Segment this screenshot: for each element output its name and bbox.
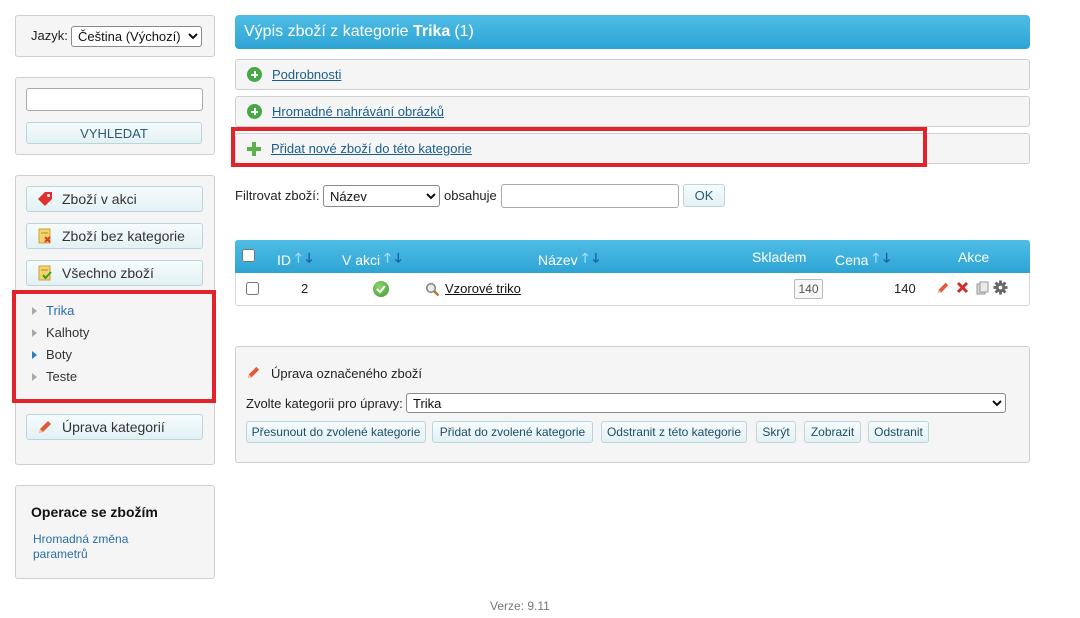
column-id[interactable]: ID 🡑 🡓 [277, 249, 313, 271]
column-sale-label: V akci [342, 252, 381, 268]
filter-ok-button[interactable]: OK [683, 184, 725, 207]
product-name-link[interactable]: Vzorové triko [445, 281, 521, 296]
sort-desc-icon[interactable]: 🡓 [883, 249, 890, 271]
move-to-category-button[interactable]: Přesunout do zvolené kategorie [246, 421, 426, 443]
sort-asc-icon[interactable]: 🡑 [582, 249, 589, 271]
select-all-checkbox[interactable] [242, 249, 255, 262]
page-header: Výpis zboží z kategorie Trika (1) [235, 15, 1030, 49]
sale-products-label: Zboží v akci [62, 191, 137, 207]
bulk-edit-category-label: Zvolte kategorii pro úpravy: [246, 396, 403, 411]
delete-button[interactable]: Odstranit [868, 421, 929, 443]
sale-products-button[interactable]: Zboží v akci [26, 186, 203, 212]
add-to-category-button[interactable]: Přidat do zvolené kategorie [432, 421, 593, 443]
sort-asc-icon[interactable]: 🡑 [295, 249, 302, 271]
edit-pencil-icon[interactable] [936, 281, 950, 295]
sort-desc-icon[interactable]: 🡓 [306, 249, 313, 271]
on-sale-check-icon [373, 281, 389, 297]
bulk-upload-link[interactable]: Hromadné nahrávání obrázků [272, 104, 444, 119]
language-label: Jazyk: [31, 28, 68, 43]
filter-contains-label: obsahuje [444, 188, 497, 203]
table-row: 2 Vzorové triko 140 140 [236, 273, 1029, 305]
bulk-edit-category-select[interactable]: Trika [406, 393, 1006, 413]
sort-asc-icon[interactable]: 🡑 [384, 249, 391, 271]
pencil-icon [247, 366, 260, 379]
operations-panel: Operace se zbožím Hromadná změna paramet… [15, 485, 215, 579]
sort-desc-icon[interactable]: 🡓 [395, 249, 402, 271]
highlight-add-product [231, 127, 927, 167]
all-products-label: Všechno zboží [62, 265, 154, 281]
price-value: 140 [894, 281, 916, 296]
language-panel: Jazyk: Čeština (Výchozí) [15, 15, 215, 57]
column-id-label: ID [277, 252, 291, 268]
bulk-upload-section[interactable]: Hromadné nahrávání obrázků [235, 96, 1030, 127]
edit-categories-button[interactable]: Úprava kategorií [26, 414, 203, 440]
show-button[interactable]: Zobrazit [804, 421, 861, 443]
gear-icon[interactable] [993, 280, 1008, 295]
column-price[interactable]: Cena 🡑 🡓 [835, 249, 890, 271]
operations-title: Operace se zbožím [31, 504, 158, 520]
pencil-icon [39, 421, 51, 433]
expand-plus-icon [247, 104, 262, 119]
language-select[interactable]: Čeština (Výchozí) [71, 26, 202, 47]
magnifier-icon[interactable] [425, 282, 440, 297]
bulk-parameter-change-link[interactable]: Hromadná změna parametrů [33, 532, 163, 562]
column-name[interactable]: Název 🡑 🡓 [538, 249, 599, 271]
column-stock: Skladem [752, 249, 806, 265]
uncategorized-products-button[interactable]: Zboží bez kategorie [26, 223, 203, 249]
edit-categories-label: Úprava kategorií [62, 419, 165, 435]
move-to-category-label: Přesunout do zvolené kategorie [251, 425, 421, 439]
highlight-categories [12, 290, 216, 403]
search-button-label: VYHLEDAT [80, 125, 148, 141]
copy-icon[interactable] [976, 281, 989, 295]
stock-value[interactable]: 140 [794, 279, 823, 299]
filter-label: Filtrovat zboží: [235, 188, 320, 203]
header-count: (1) [454, 23, 474, 40]
search-panel: VYHLEDAT [15, 77, 215, 155]
show-label: Zobrazit [810, 425, 855, 439]
column-price-label: Cena [835, 252, 869, 268]
column-sale[interactable]: V akci 🡑 🡓 [342, 249, 402, 271]
tag-icon [38, 192, 52, 206]
expand-plus-icon [247, 67, 262, 82]
filter-field-select[interactable]: Název [323, 185, 440, 207]
column-name-label: Název [538, 252, 578, 268]
all-products-button[interactable]: Všechno zboží [26, 260, 203, 286]
bulk-edit-title: Úprava označeného zboží [271, 366, 423, 381]
uncategorized-products-label: Zboží bez kategorie [62, 228, 185, 244]
hide-button[interactable]: Skrýt [756, 421, 796, 443]
sort-desc-icon[interactable]: 🡓 [592, 249, 599, 271]
header-category: Trika [412, 23, 451, 40]
search-button[interactable]: VYHLEDAT [26, 122, 202, 144]
search-input[interactable] [26, 88, 203, 111]
header-prefix: Výpis zboží z kategorie [244, 23, 413, 40]
note-x-icon [38, 228, 51, 244]
add-to-category-label: Přidat do zvolené kategorie [439, 425, 586, 439]
hide-label: Skrýt [762, 425, 790, 439]
delete-x-icon[interactable] [956, 281, 969, 294]
details-section[interactable]: Podrobnosti [235, 59, 1030, 90]
delete-label: Odstranit [874, 425, 923, 439]
column-actions: Akce [958, 249, 989, 265]
note-check-icon [38, 265, 52, 281]
filter-value-input[interactable] [501, 184, 679, 208]
column-stock-label: Skladem [752, 249, 807, 265]
filter-ok-label: OK [694, 188, 714, 203]
remove-from-category-label: Odstranit z této kategorie [606, 425, 742, 439]
sort-asc-icon[interactable]: 🡑 [872, 249, 879, 271]
version-text: Verze: 9.11 [490, 599, 550, 613]
remove-from-category-button[interactable]: Odstranit z této kategorie [601, 421, 747, 443]
details-link[interactable]: Podrobnosti [272, 67, 341, 82]
row-checkbox[interactable] [246, 282, 259, 295]
row-id: 2 [301, 281, 309, 296]
column-actions-label: Akce [958, 249, 990, 265]
